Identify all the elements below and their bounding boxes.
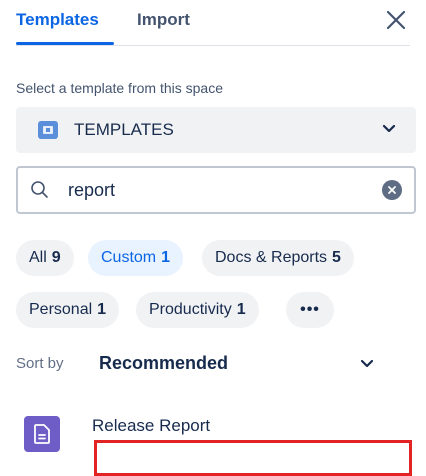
filter-chip-count: 1: [236, 301, 246, 318]
close-icon: [386, 10, 406, 30]
sort-select[interactable]: Recommended: [99, 353, 228, 374]
filter-chip-label: Personal: [29, 301, 93, 318]
close-button[interactable]: [382, 6, 410, 34]
search-field: [16, 166, 416, 214]
filter-chip-count: 9: [51, 249, 61, 266]
template-title: Release Report: [92, 416, 211, 435]
space-avatar-icon: [38, 121, 58, 139]
chevron-down-icon: [382, 124, 396, 133]
filter-chip-label: All: [29, 249, 47, 266]
filter-chip-label: Custom: [101, 249, 157, 266]
tab-templates[interactable]: Templates: [16, 8, 99, 32]
filter-chip-count: 1: [161, 249, 171, 266]
template-result-item[interactable]: Release Report: [16, 408, 420, 476]
chevron-down-icon[interactable]: [360, 359, 374, 369]
space-selected-value: TEMPLATES: [74, 120, 174, 139]
filter-chip-productivity[interactable]: Productivity 1: [136, 292, 259, 328]
clear-icon: [388, 186, 396, 194]
highlight-box: [94, 440, 412, 476]
sort-label: Sort by: [16, 355, 64, 372]
filter-chip-label: Docs & Reports: [215, 249, 328, 266]
search-input[interactable]: [68, 177, 368, 203]
filter-chip-count: 1: [97, 301, 107, 318]
filter-chip-label: Productivity: [149, 301, 232, 318]
more-filters-button[interactable]: •••: [286, 292, 334, 328]
filter-chip-custom[interactable]: Custom 1: [88, 240, 184, 276]
space-select[interactable]: TEMPLATES: [16, 107, 416, 153]
document-icon: [24, 416, 60, 452]
filter-chip-personal[interactable]: Personal 1: [16, 292, 120, 328]
filter-chip-all[interactable]: All 9: [16, 240, 74, 276]
filter-chip-docs-reports[interactable]: Docs & Reports 5: [202, 240, 354, 276]
tab-import[interactable]: Import: [137, 8, 190, 32]
panel-tabs: Templates Import: [16, 8, 410, 46]
clear-search-button[interactable]: [382, 180, 402, 200]
space-picker-label: Select a template from this space: [16, 80, 223, 96]
filter-chip-count: 5: [332, 249, 341, 266]
active-tab-indicator: [16, 42, 114, 45]
search-icon: [31, 181, 48, 198]
